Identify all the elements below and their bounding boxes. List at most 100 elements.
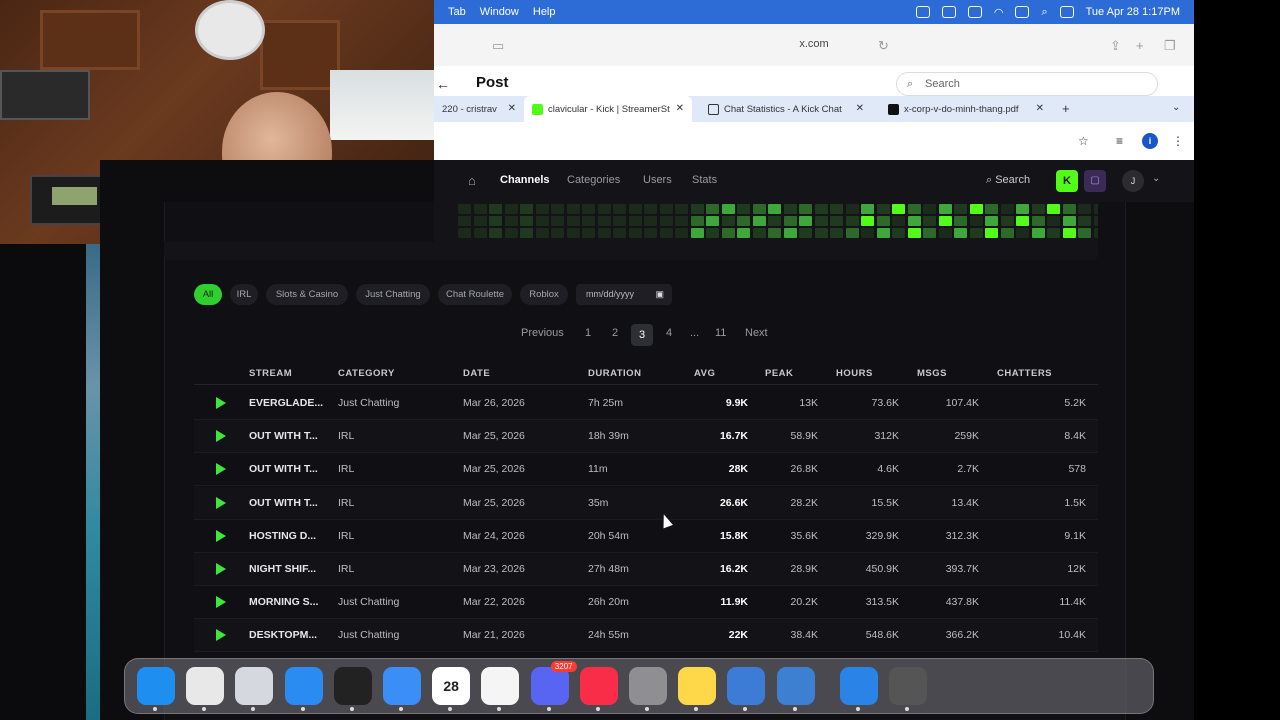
page-1[interactable]: 1 <box>585 327 591 339</box>
new-tab-button[interactable]: + <box>1062 101 1070 116</box>
play-icon[interactable] <box>216 629 226 642</box>
nav-channels[interactable]: Channels <box>500 174 550 186</box>
page-previous[interactable]: Previous <box>521 327 564 339</box>
filter-just-chatting[interactable]: Just Chatting <box>356 284 430 305</box>
table-row[interactable]: OUT WITH T... IRL Mar 25, 2026 35m 26.6K 28.2… <box>194 486 1098 520</box>
table-row[interactable]: EVERGLADE... Just Chatting Mar 26, 2026 7h … <box>194 387 1098 420</box>
control-center-icon[interactable] <box>1059 6 1074 18</box>
screen-record-icon[interactable] <box>941 6 956 18</box>
more-menu-icon[interactable]: ⋮ <box>1172 134 1184 148</box>
menu-clock[interactable]: Tue Apr 28 1:17PM <box>1086 6 1180 18</box>
chat-icon[interactable]: ▢ <box>1084 170 1106 192</box>
tab-clavicular[interactable]: clavicular - Kick | StreamerSt ✕ <box>524 96 692 122</box>
cell-stream[interactable]: MORNING S... <box>249 596 318 608</box>
menu-window[interactable]: Window <box>480 6 519 18</box>
play-icon[interactable] <box>216 430 226 443</box>
reload-icon[interactable]: ↻ <box>878 38 889 54</box>
play-icon[interactable] <box>216 496 226 509</box>
tab-cristrav[interactable]: 220 - cristrav ✕ <box>434 96 524 122</box>
col-duration[interactable]: DURATION <box>588 368 641 379</box>
col-stream[interactable]: STREAM <box>249 368 292 379</box>
page-next[interactable]: Next <box>745 327 768 339</box>
filter-chat-roulette[interactable]: Chat Roulette <box>438 284 512 305</box>
dock-app-settings-icon[interactable] <box>629 667 667 711</box>
tab-pdf[interactable]: x-corp-v-do-minh-thang.pdf ✕ <box>880 96 1052 122</box>
dock-app-quicktime-icon[interactable] <box>839 667 878 711</box>
filter-all[interactable]: All <box>194 284 222 305</box>
close-icon[interactable]: ✕ <box>856 103 864 114</box>
dock-app-notes-icon[interactable] <box>678 667 717 711</box>
table-row[interactable]: MORNING S... Just Chatting Mar 22, 2026 26h… <box>194 586 1098 620</box>
x-search-input[interactable]: ⌕ Search <box>896 72 1158 96</box>
col-date[interactable]: DATE <box>463 368 490 379</box>
cell-stream[interactable]: HOSTING D... <box>249 530 316 542</box>
page-4[interactable]: 4 <box>666 327 672 339</box>
table-row[interactable]: HOSTING D... IRL Mar 24, 2026 20h 54m 15.8K 3… <box>194 520 1098 553</box>
col-chatters[interactable]: CHATTERS <box>997 368 1052 379</box>
close-icon[interactable]: ✕ <box>1036 103 1044 114</box>
table-row[interactable]: OUT WITH T... IRL Mar 25, 2026 11m 28K 26.8K 4… <box>194 453 1098 487</box>
menu-help[interactable]: Help <box>533 6 556 18</box>
user-avatar[interactable]: J <box>1122 170 1144 192</box>
table-row[interactable]: NIGHT SHIF... IRL Mar 23, 2026 27h 48m 16.2K… <box>194 553 1098 586</box>
back-arrow-icon[interactable]: ← <box>436 76 450 92</box>
col-hours[interactable]: HOURS <box>836 368 873 379</box>
col-msgs[interactable]: MSGS <box>917 368 947 379</box>
dock-app-photos-icon[interactable] <box>481 667 520 711</box>
home-icon[interactable]: ⌂ <box>468 173 476 188</box>
table-row[interactable]: DESKTOPM... Just Chatting Mar 21, 2026 24h … <box>194 619 1098 653</box>
dock-app-storage-icon[interactable] <box>776 667 815 711</box>
spotlight-icon[interactable]: ⌕ <box>1041 6 1047 19</box>
play-icon[interactable] <box>216 463 226 476</box>
nav-stats[interactable]: Stats <box>692 174 717 186</box>
play-icon[interactable] <box>967 6 982 18</box>
dock-app-finder-icon[interactable] <box>137 667 175 711</box>
dock-app-obs-icon[interactable] <box>333 667 372 711</box>
bookmark-star-icon[interactable]: ☆ <box>1078 134 1089 148</box>
filter-irl[interactable]: IRL <box>230 284 258 305</box>
cell-stream[interactable]: OUT WITH T... <box>249 463 318 475</box>
play-icon[interactable] <box>216 563 226 575</box>
dock-app-preview-icon[interactable] <box>727 667 766 711</box>
url-field[interactable]: x.com <box>434 38 1194 50</box>
share-icon[interactable]: ⇪ <box>1110 38 1121 54</box>
play-icon[interactable] <box>216 529 226 542</box>
status-icon[interactable] <box>915 6 930 18</box>
close-icon[interactable]: ✕ <box>676 103 684 114</box>
table-row[interactable]: OUT WITH T... IRL Mar 25, 2026 18h 39m 16.7K… <box>194 420 1098 454</box>
tab-chat-statistics[interactable]: Chat Statistics - A Kick Chat ✕ <box>700 96 872 122</box>
tab-search-chevron-icon[interactable]: ⌄ <box>1172 102 1180 113</box>
kick-logo-button[interactable]: K <box>1056 170 1078 192</box>
calendar-icon[interactable]: ▣ <box>655 284 664 305</box>
cell-stream[interactable]: OUT WITH T... <box>249 497 318 509</box>
dock-app-calendar-icon[interactable]: 28 <box>432 667 471 711</box>
col-category[interactable]: CATEGORY <box>338 368 395 379</box>
dock-app-discord-icon[interactable]: 3207 <box>530 661 577 711</box>
dock-app-launchpad-icon[interactable] <box>235 667 274 711</box>
dock-app-mail-icon[interactable] <box>383 667 421 711</box>
nav-search-button[interactable]: ⌕ Search <box>986 174 1030 187</box>
menu-tab[interactable]: Tab <box>448 6 466 18</box>
wifi-icon[interactable]: ◠ <box>994 6 1004 19</box>
nav-categories[interactable]: Categories <box>567 174 620 186</box>
page-11[interactable]: 11 <box>715 327 726 339</box>
cell-stream[interactable]: DESKTOPM... <box>249 629 317 641</box>
chevron-down-icon[interactable]: ⌄ <box>1152 173 1160 184</box>
filter-slots-casino[interactable]: Slots & Casino <box>266 284 348 305</box>
keyboard-icon[interactable] <box>1015 6 1030 18</box>
page-2[interactable]: 2 <box>612 327 618 339</box>
cell-stream[interactable]: NIGHT SHIF... <box>249 563 316 575</box>
media-icon[interactable]: ≡ <box>1116 134 1123 148</box>
new-tab-icon[interactable]: + <box>1136 38 1144 53</box>
dock-app-calculator-icon[interactable] <box>889 667 927 711</box>
nav-users[interactable]: Users <box>643 174 672 186</box>
play-icon[interactable] <box>216 397 226 409</box>
close-icon[interactable]: ✕ <box>508 103 516 114</box>
play-icon[interactable] <box>216 596 226 609</box>
dock-app-music-icon[interactable] <box>579 667 618 711</box>
col-peak[interactable]: PEAK <box>765 368 793 379</box>
profile-avatar[interactable]: i <box>1142 133 1158 149</box>
cell-stream[interactable]: EVERGLADE... <box>249 397 323 409</box>
filter-roblox[interactable]: Roblox <box>520 284 568 305</box>
tab-overview-icon[interactable]: ❐ <box>1164 38 1176 54</box>
